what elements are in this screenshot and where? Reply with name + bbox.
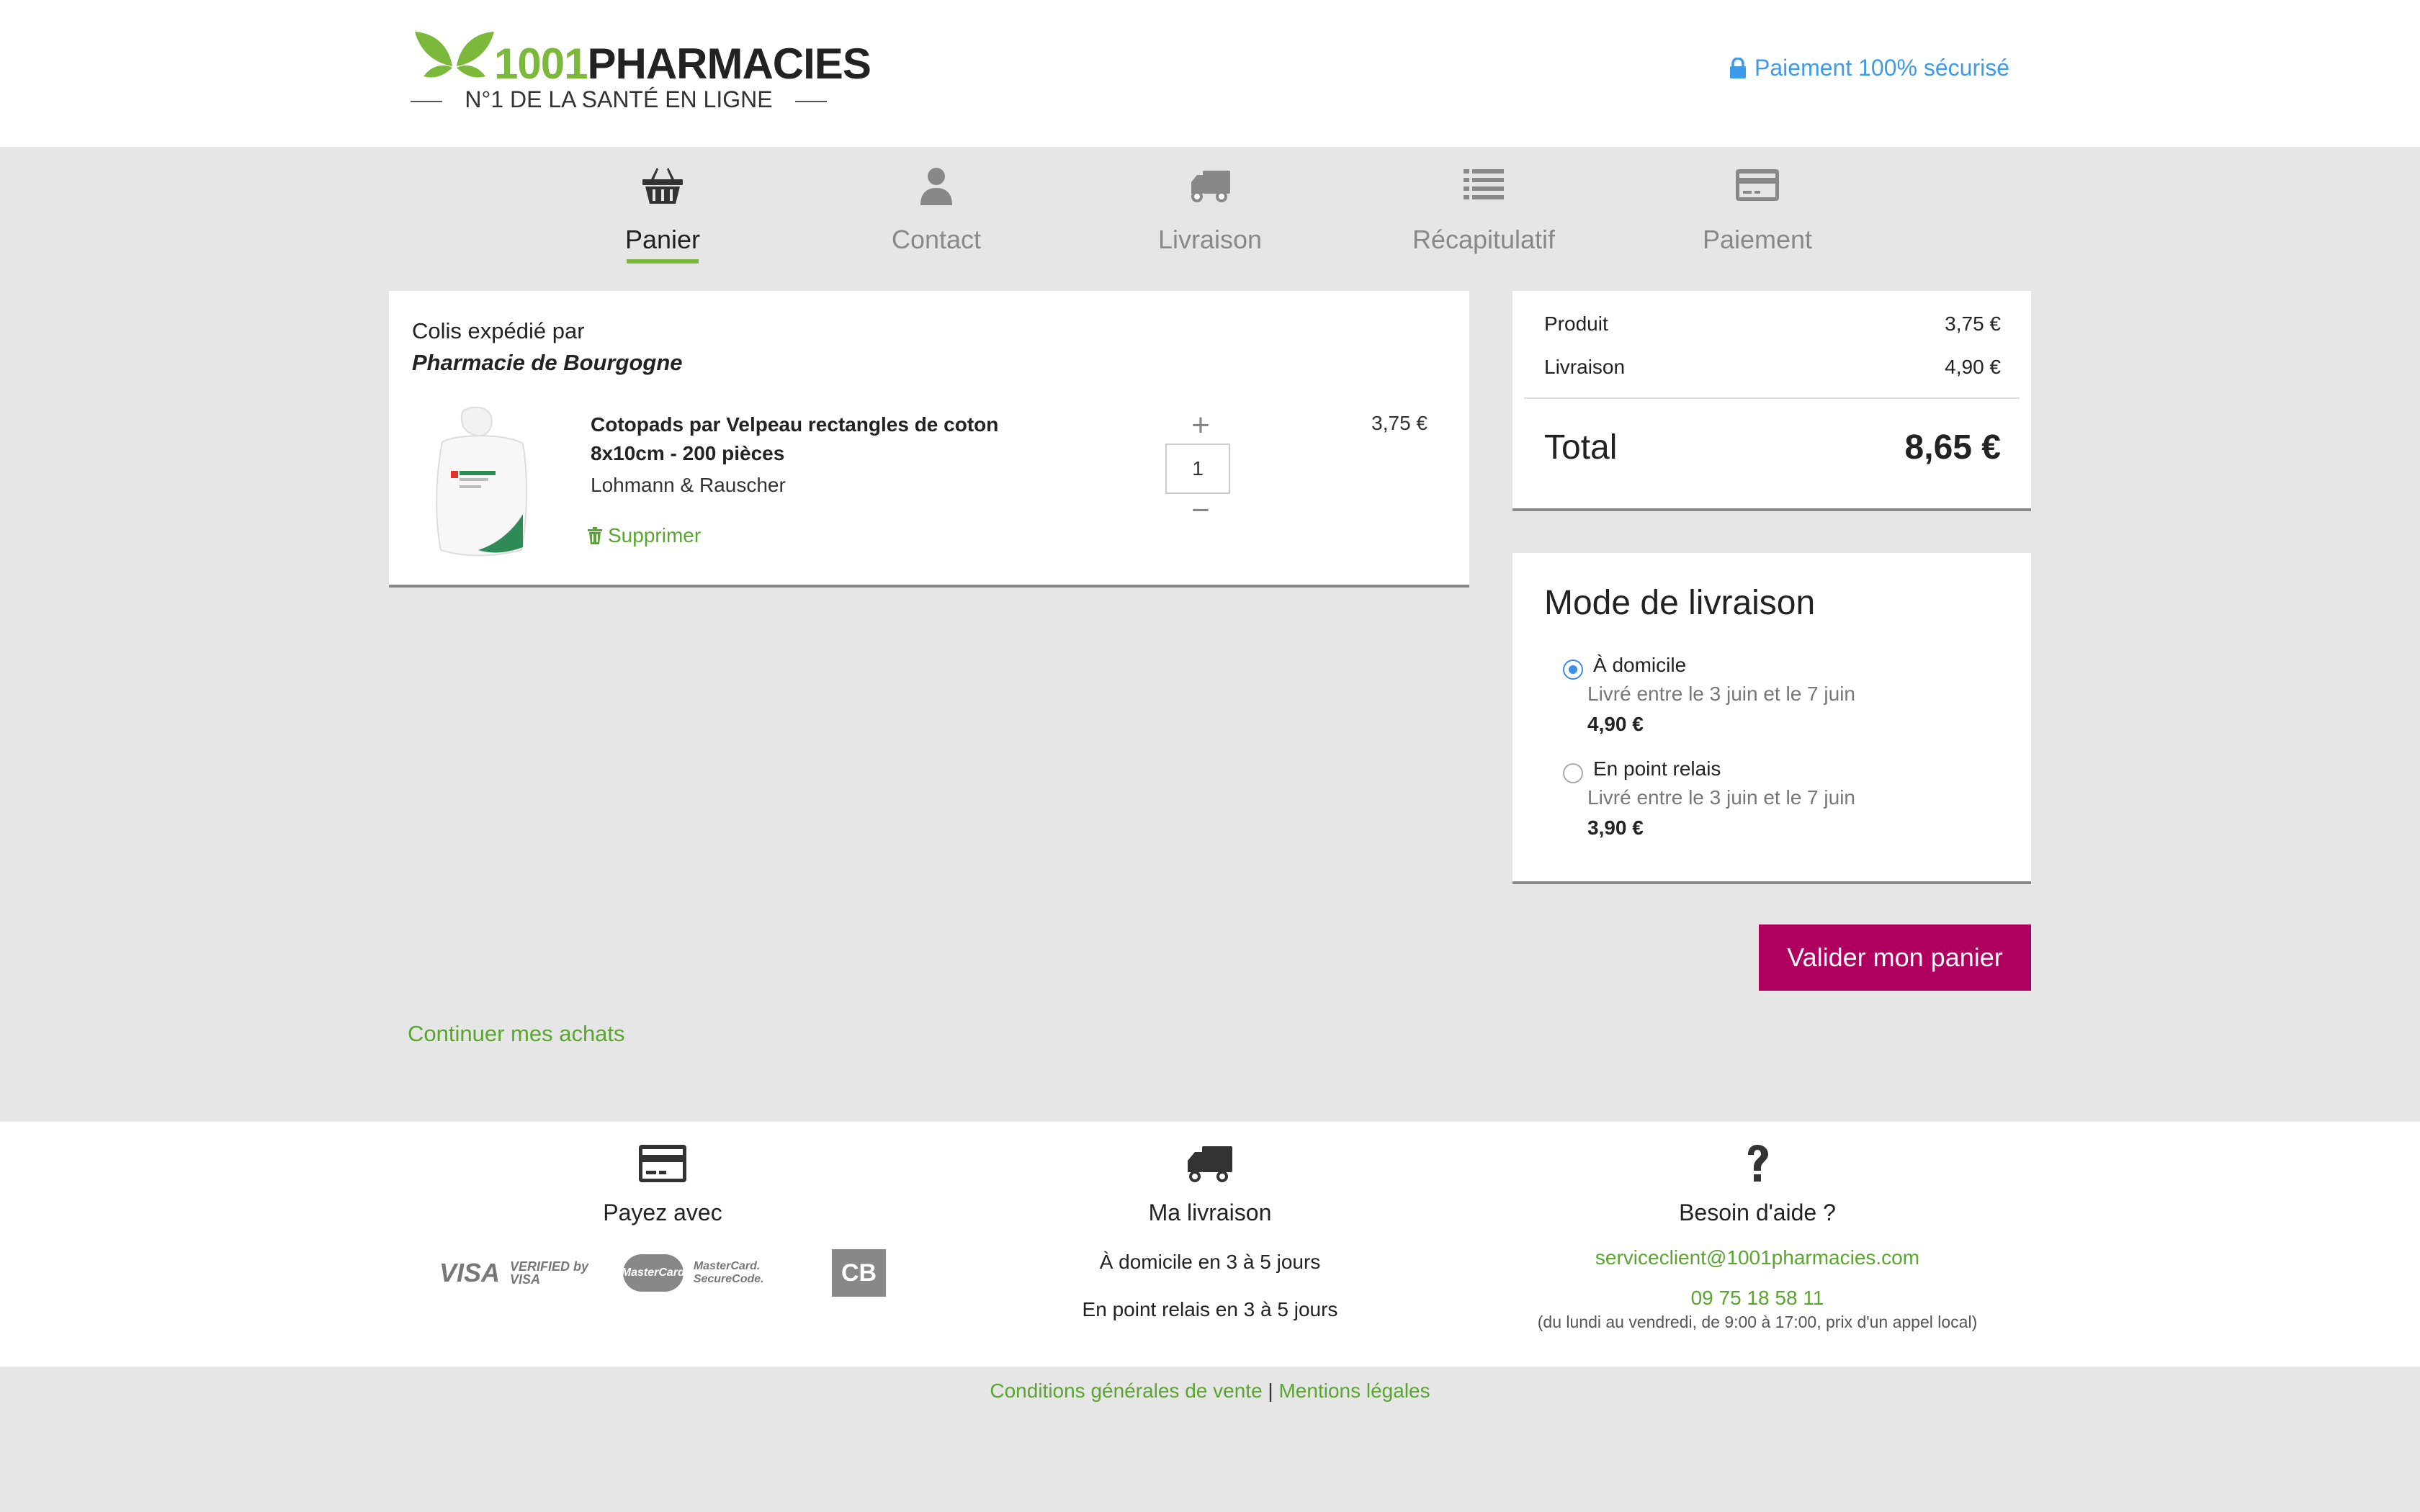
footer-shipping: Ma livraison À domicile en 3 à 5 jours E… bbox=[987, 1122, 1433, 1321]
quantity-increase-button[interactable]: + bbox=[1183, 408, 1219, 444]
footer-shipping-title: Ma livraison bbox=[1148, 1200, 1272, 1225]
step-label: Récapitulatif bbox=[1412, 225, 1556, 254]
step-panier[interactable]: Panier bbox=[555, 160, 771, 264]
shipping-relay-time: En point relais en 3 à 5 jours bbox=[1082, 1298, 1338, 1320]
cart-panel: Colis expédié par Pharmacie de Bourgogne… bbox=[389, 291, 1469, 588]
credit-card-icon bbox=[1736, 169, 1779, 201]
footer-help-title: Besoin d'aide ? bbox=[1679, 1200, 1836, 1225]
delivery-option-desc: Livré entre le 3 juin et le 7 juin bbox=[1587, 683, 1855, 705]
legal-links: Conditions générales de vente | Mentions… bbox=[0, 1380, 2420, 1403]
support-hours: (du lundi au vendredi, de 9:00 à 17:00, … bbox=[1537, 1313, 1978, 1331]
cgv-link[interactable]: Conditions générales de vente bbox=[990, 1380, 1262, 1402]
summary-delivery-row: Livraison 4,90 € bbox=[1544, 356, 2001, 379]
summary-total-label: Total bbox=[1544, 428, 1618, 467]
support-phone-link[interactable]: 09 75 18 58 11 bbox=[1534, 1287, 1981, 1310]
payment-logos: VISA VERIFIED by VISA MasterCard MasterC… bbox=[439, 1249, 887, 1297]
step-contact[interactable]: Contact bbox=[828, 160, 1044, 255]
checkout-steps: Panier Contact Livraison Récapitulatif P… bbox=[0, 160, 2420, 268]
truck-icon bbox=[1188, 1146, 1232, 1182]
list-icon bbox=[1464, 169, 1504, 199]
shipping-home-time: À domicile en 3 à 5 jours bbox=[1099, 1251, 1321, 1273]
logo-tagline: N°1 DE LA SANTÉ EN LIGNE bbox=[408, 86, 830, 113]
credit-card-icon bbox=[639, 1145, 686, 1182]
step-label: Panier bbox=[555, 225, 771, 264]
delivery-option-desc: Livré entre le 3 juin et le 7 juin bbox=[1587, 786, 1855, 809]
support-email-link[interactable]: serviceclient@1001pharmacies.com bbox=[1534, 1246, 1981, 1269]
site-logo[interactable]: 1001PHARMACIES N°1 DE LA SANTÉ EN LIGNE bbox=[408, 26, 871, 120]
step-recapitulatif[interactable]: Récapitulatif bbox=[1376, 160, 1592, 255]
remove-button[interactable]: Supprimer bbox=[588, 524, 701, 547]
product-name[interactable]: Cotopads par Velpeau rectangles de coton… bbox=[591, 410, 1037, 468]
footer-payment: Payez avec VISA VERIFIED by VISA MasterC… bbox=[439, 1122, 887, 1297]
quantity-input[interactable] bbox=[1165, 444, 1230, 494]
order-summary: Produit 3,75 € Livraison 4,90 € Total 8,… bbox=[1512, 291, 2031, 511]
user-icon bbox=[920, 168, 952, 205]
leaf-logo-icon bbox=[415, 32, 494, 78]
summary-product-value: 3,75 € bbox=[1945, 312, 2001, 335]
step-paiement[interactable]: Paiement bbox=[1649, 160, 1865, 255]
summary-total-value: 8,65 € bbox=[1904, 428, 2001, 467]
remove-label: Supprimer bbox=[608, 524, 702, 546]
product-brand: Lohmann & Rauscher bbox=[591, 474, 786, 496]
trash-icon bbox=[588, 527, 602, 544]
footer: Payez avec VISA VERIFIED by VISA MasterC… bbox=[0, 1122, 2420, 1367]
delivery-option-name: À domicile bbox=[1593, 654, 1687, 676]
mastercard-securecode-logo: MasterCard. SecureCode. bbox=[693, 1260, 764, 1285]
summary-delivery-label: Livraison bbox=[1544, 356, 1626, 378]
lock-icon bbox=[1730, 57, 1747, 78]
summary-delivery-value: 4,90 € bbox=[1945, 356, 2001, 378]
validate-cart-button[interactable]: Valider mon panier bbox=[1759, 924, 2031, 991]
logo-wordmark: 1001PHARMACIES bbox=[494, 40, 871, 88]
mastercard-logo: MasterCard bbox=[622, 1254, 685, 1292]
question-icon bbox=[1748, 1145, 1768, 1182]
secure-payment-text: Paiement 100% sécurisé bbox=[1754, 55, 2009, 81]
delivery-mode-panel: Mode de livraison À domicile Livré entre… bbox=[1512, 553, 2031, 884]
step-label: Livraison bbox=[1157, 225, 1263, 254]
cb-logo: CB bbox=[831, 1249, 887, 1297]
visa-logo: VISA bbox=[439, 1258, 501, 1287]
step-label: Paiement bbox=[1702, 225, 1813, 254]
delivery-option-name: En point relais bbox=[1593, 757, 1721, 780]
legal-separator: | bbox=[1268, 1380, 1273, 1402]
basket-icon bbox=[642, 168, 683, 204]
header: 1001PHARMACIES N°1 DE LA SANTÉ EN LIGNE … bbox=[0, 0, 2420, 147]
legal-notice-link[interactable]: Mentions légales bbox=[1278, 1380, 1430, 1402]
summary-total-row: Total 8,65 € bbox=[1544, 428, 2001, 467]
pharmacy-name: Pharmacie de Bourgogne bbox=[412, 350, 683, 375]
step-label: Contact bbox=[891, 225, 982, 254]
delivery-mode-title: Mode de livraison bbox=[1544, 584, 1816, 622]
delivery-option-price: 4,90 € bbox=[1587, 713, 1644, 735]
summary-product-label: Produit bbox=[1544, 312, 1608, 335]
delivery-option-price: 3,90 € bbox=[1587, 816, 1644, 839]
product-image[interactable] bbox=[428, 406, 536, 559]
summary-product-row: Produit 3,75 € bbox=[1544, 312, 2001, 336]
shipped-by: Colis expédié par Pharmacie de Bourgogne bbox=[412, 315, 683, 379]
summary-divider bbox=[1524, 397, 2020, 399]
verified-by-visa-logo: VERIFIED by VISA bbox=[510, 1259, 589, 1287]
step-livraison[interactable]: Livraison bbox=[1102, 160, 1318, 255]
radio-home[interactable] bbox=[1563, 660, 1583, 680]
footer-help: Besoin d'aide ? serviceclient@1001pharma… bbox=[1534, 1122, 1981, 1332]
footer-payment-title: Payez avec bbox=[603, 1200, 722, 1225]
continue-shopping-link[interactable]: Continuer mes achats bbox=[408, 1021, 625, 1047]
product-price: 3,75 € bbox=[1371, 412, 1428, 434]
secure-payment-notice: Paiement 100% sécurisé bbox=[1729, 55, 2009, 81]
quantity-decrease-button[interactable]: − bbox=[1183, 492, 1219, 528]
shipped-by-label: Colis expédié par bbox=[412, 318, 585, 343]
truck-icon bbox=[1191, 171, 1230, 202]
radio-relay[interactable] bbox=[1563, 763, 1583, 783]
